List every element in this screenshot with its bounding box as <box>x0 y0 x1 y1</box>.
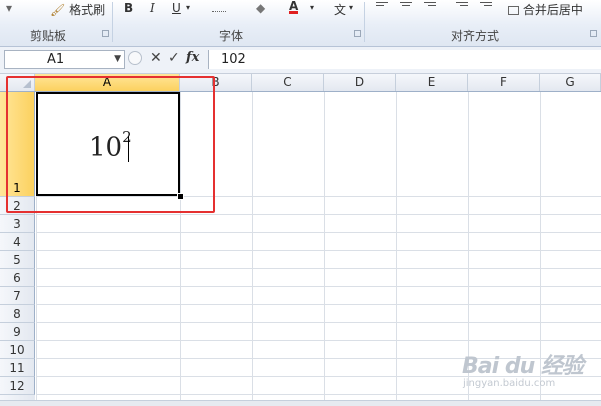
formula-buttons: ✕ ✓ fx <box>128 50 206 69</box>
merge-cells-icon <box>508 6 519 15</box>
row-header-5[interactable]: 5 <box>0 251 35 269</box>
font-group-label: 字体 <box>219 29 244 43</box>
clipboard-group-label: 剪贴板 <box>30 29 67 43</box>
gridline <box>36 286 601 287</box>
row-header-11[interactable]: 11 <box>0 359 35 377</box>
merge-center-label: 合并后居中 <box>522 3 583 17</box>
row-number: 5 <box>13 253 21 267</box>
row-header-6[interactable]: 6 <box>0 269 35 287</box>
border-icon[interactable] <box>212 3 226 12</box>
row-header-3[interactable]: 3 <box>0 215 35 233</box>
baidu-watermark: Bai du 经验 <box>462 354 584 379</box>
group-separator <box>112 2 113 42</box>
decrease-indent-icon[interactable] <box>456 2 468 8</box>
font-color-dropdown-arrow[interactable]: ▾ <box>310 3 314 12</box>
highlight-annotation-box <box>6 76 215 213</box>
formula-handle-icon[interactable] <box>128 51 142 65</box>
gridline <box>36 250 601 251</box>
phonetic-button[interactable]: 文 <box>334 1 346 18</box>
enter-icon[interactable]: ✓ <box>168 50 180 66</box>
gridline <box>36 214 601 215</box>
font-color-button[interactable]: A <box>289 0 299 14</box>
gridline <box>36 322 601 323</box>
formula-input[interactable]: 102 <box>208 50 601 69</box>
row-number: 3 <box>13 217 21 231</box>
ribbon: 🖌 格式刷 ▾ 剪贴板 B I U ▾ ◆ A ▾ 文 ▾ 字体 合并后居中 对… <box>0 0 601 47</box>
font-dialog-launcher[interactable] <box>354 30 361 37</box>
row-number: 8 <box>13 307 21 321</box>
row-number: 6 <box>13 271 21 285</box>
paintbrush-icon: 🖌 <box>50 3 66 17</box>
row-header-8[interactable]: 8 <box>0 305 35 323</box>
column-header-c[interactable]: C <box>252 74 324 91</box>
gridline <box>36 394 601 395</box>
row-header-9[interactable]: 9 <box>0 323 35 341</box>
row-header-12[interactable]: 12 <box>0 377 35 395</box>
cancel-icon[interactable]: ✕ <box>150 50 162 66</box>
underline-dropdown-arrow[interactable]: ▾ <box>186 3 190 12</box>
clipboard-dialog-launcher[interactable] <box>102 30 109 37</box>
group-separator <box>364 2 365 42</box>
name-box-value: A1 <box>47 52 65 67</box>
baidu-watermark-url: jingyan.baidu.com <box>463 378 556 389</box>
row-number: 12 <box>9 379 25 393</box>
increase-indent-icon[interactable] <box>480 2 492 8</box>
phonetic-dropdown-arrow[interactable]: ▾ <box>349 3 353 12</box>
fill-color-icon[interactable]: ◆ <box>256 1 265 15</box>
row-number: 10 <box>9 343 25 357</box>
align-center-icon[interactable] <box>400 2 412 8</box>
italic-button[interactable]: I <box>150 1 155 15</box>
column-header-e[interactable]: E <box>396 74 468 91</box>
gridline <box>36 232 601 233</box>
alignment-group-label: 对齐方式 <box>451 29 500 43</box>
paste-dropdown-arrow[interactable]: ▾ <box>6 1 12 15</box>
formula-bar: A1 ▼ ✕ ✓ fx 102 <box>0 47 601 74</box>
merge-center-button[interactable]: 合并后居中 <box>508 1 583 18</box>
row-number: 11 <box>9 361 25 375</box>
bold-button[interactable]: B <box>124 1 133 15</box>
underline-button[interactable]: U <box>172 1 181 15</box>
gridline <box>36 340 601 341</box>
horizontal-scrollbar[interactable] <box>0 400 601 406</box>
name-box[interactable]: A1 ▼ <box>4 50 125 69</box>
format-painter-button[interactable]: 🖌 格式刷 <box>50 1 105 18</box>
row-header-10[interactable]: 10 <box>0 341 35 359</box>
row-header-7[interactable]: 7 <box>0 287 35 305</box>
align-left-icon[interactable] <box>376 2 388 8</box>
alignment-dialog-launcher[interactable] <box>590 30 597 37</box>
column-header-d[interactable]: D <box>324 74 396 91</box>
column-header-f[interactable]: F <box>468 74 540 91</box>
insert-function-icon[interactable]: fx <box>186 50 199 65</box>
row-header-4[interactable]: 4 <box>0 233 35 251</box>
row-number: 4 <box>13 235 21 249</box>
align-right-icon[interactable] <box>424 2 436 8</box>
row-number: 9 <box>13 325 21 339</box>
gridline <box>36 304 601 305</box>
chevron-down-icon[interactable]: ▼ <box>114 51 121 68</box>
column-header-g[interactable]: G <box>540 74 601 91</box>
format-painter-label: 格式刷 <box>69 3 106 17</box>
row-number: 7 <box>13 289 21 303</box>
gridline <box>36 268 601 269</box>
